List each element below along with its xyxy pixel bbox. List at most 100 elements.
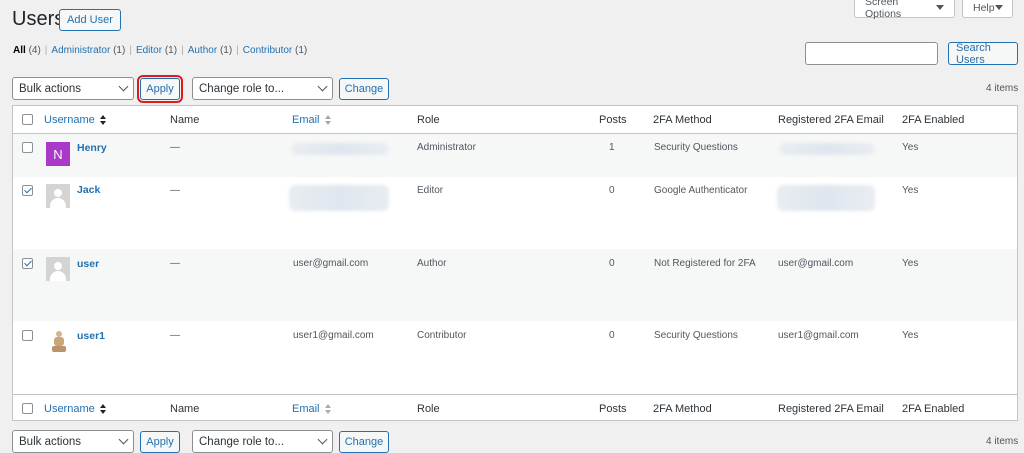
avatar: N	[46, 142, 70, 166]
change-role-select-bottom[interactable]: Change role to...	[192, 430, 333, 453]
filter-editor[interactable]: Editor (1)	[136, 45, 177, 56]
user-name: —	[170, 142, 180, 153]
row-checkbox[interactable]	[22, 185, 33, 196]
col-name: Name	[170, 114, 200, 126]
2fa-method: Google Authenticator	[654, 185, 748, 196]
chevron-down-icon	[118, 434, 129, 445]
filter-all[interactable]: All (4)	[13, 45, 41, 56]
table-row: Jack — Editor 0 Google Authenticator Yes	[13, 177, 1017, 249]
row-checkbox[interactable]	[22, 258, 33, 269]
col-2fa-method: 2FA Method	[653, 403, 712, 415]
col-posts: Posts	[599, 403, 627, 415]
help-label: Help	[973, 1, 995, 14]
redacted-email	[291, 143, 389, 155]
avatar	[46, 257, 70, 281]
table-footer: Username Name Email Role Posts 2FA Metho…	[13, 394, 1017, 422]
2fa-enabled: Yes	[902, 258, 919, 269]
col-registered-2fa-email: Registered 2FA Email	[778, 403, 884, 415]
redacted-reg-email	[777, 185, 875, 211]
apply-button-bottom[interactable]: Apply	[140, 430, 180, 453]
2fa-enabled: Yes	[902, 185, 919, 196]
change-button-bottom[interactable]: Change	[339, 430, 389, 453]
user-role: Contributor	[417, 330, 467, 341]
role-filter-links: All (4) | Administrator (1) | Editor (1)…	[13, 45, 308, 56]
col-username[interactable]: Username	[44, 403, 106, 415]
avatar	[46, 329, 70, 353]
user-name: —	[170, 258, 180, 269]
screen-options-label: Screen Options	[865, 0, 902, 20]
table-row: user1 — user1@gmail.com Contributor 0 Se…	[13, 321, 1017, 394]
col-role: Role	[417, 403, 440, 415]
posts-count: 0	[609, 330, 615, 341]
2fa-method: Security Questions	[654, 330, 738, 341]
caret-down-icon	[994, 5, 1003, 10]
search-input[interactable]	[805, 42, 938, 65]
caret-down-icon	[936, 5, 944, 10]
bulk-actions-select[interactable]: Bulk actions	[12, 77, 134, 100]
table-row: user — user@gmail.com Author 0 Not Regis…	[13, 249, 1017, 321]
col-2fa-method: 2FA Method	[653, 114, 712, 126]
redacted-reg-email	[779, 143, 875, 155]
registered-2fa-email: user@gmail.com	[778, 258, 854, 269]
apply-button[interactable]: Apply	[137, 74, 183, 103]
posts-count: 0	[609, 185, 615, 196]
username-link[interactable]: Jack	[77, 184, 100, 196]
2fa-method: Security Questions	[654, 142, 738, 153]
page-title: Users	[12, 8, 65, 30]
tablenav-bottom: Bulk actions Apply Change role to... Cha…	[12, 430, 389, 453]
2fa-enabled: Yes	[902, 330, 919, 341]
sort-icon	[99, 115, 106, 126]
table-row: N Henry — Administrator 1 Security Quest…	[13, 134, 1017, 177]
row-checkbox[interactable]	[22, 330, 33, 341]
col-2fa-enabled: 2FA Enabled	[902, 114, 965, 126]
col-posts: Posts	[599, 114, 627, 126]
help-button[interactable]: Help	[962, 0, 1013, 18]
add-user-button[interactable]: Add User	[59, 9, 121, 31]
screen-options-button[interactable]: Screen Options	[854, 0, 955, 20]
chevron-down-icon	[317, 81, 328, 92]
redacted-email	[289, 185, 389, 211]
change-button[interactable]: Change	[339, 77, 389, 100]
change-role-select[interactable]: Change role to...	[192, 77, 333, 100]
filter-author[interactable]: Author (1)	[188, 45, 232, 56]
select-all-checkbox-bottom[interactable]	[22, 403, 33, 414]
chevron-down-icon	[118, 81, 129, 92]
bulk-actions-select-bottom[interactable]: Bulk actions	[12, 430, 134, 453]
username-link[interactable]: Henry	[77, 142, 107, 154]
username-link[interactable]: user	[77, 258, 99, 270]
sort-icon	[324, 115, 331, 126]
filter-administrator[interactable]: Administrator (1)	[51, 45, 125, 56]
col-email[interactable]: Email	[292, 403, 331, 415]
sort-icon	[324, 404, 331, 415]
user-role: Author	[417, 258, 447, 269]
user-name: —	[170, 330, 180, 341]
email-link[interactable]: user1@gmail.com	[293, 330, 374, 341]
row-checkbox[interactable]	[22, 142, 33, 153]
items-count: 4 items	[986, 83, 1019, 94]
users-table: Username Name Email Role Posts 2FA Metho…	[12, 105, 1018, 421]
filter-contributor[interactable]: Contributor (1)	[243, 45, 307, 56]
col-name: Name	[170, 403, 200, 415]
registered-2fa-email: user1@gmail.com	[778, 330, 859, 341]
posts-count-link[interactable]: 1	[609, 142, 615, 153]
col-username[interactable]: Username	[44, 114, 106, 126]
items-count-bottom: 4 items	[986, 436, 1019, 447]
posts-count: 0	[609, 258, 615, 269]
search-users-button[interactable]: Search Users	[948, 42, 1018, 66]
col-role: Role	[417, 114, 440, 126]
col-2fa-enabled: 2FA Enabled	[902, 403, 965, 415]
chevron-down-icon	[317, 434, 328, 445]
username-link[interactable]: user1	[77, 330, 105, 342]
2fa-method: Not Registered for 2FA	[654, 258, 756, 269]
col-email[interactable]: Email	[292, 114, 331, 126]
email-link[interactable]: user@gmail.com	[293, 258, 368, 269]
select-all-checkbox[interactable]	[22, 114, 33, 125]
table-header: Username Name Email Role Posts 2FA Metho…	[13, 106, 1017, 134]
user-role: Administrator	[417, 142, 476, 153]
col-registered-2fa-email: Registered 2FA Email	[778, 114, 884, 126]
2fa-enabled: Yes	[902, 142, 919, 153]
user-name: —	[170, 185, 180, 196]
avatar	[46, 184, 70, 208]
tablenav-top: Bulk actions Apply Change role to... Cha…	[12, 74, 389, 103]
sort-icon	[99, 404, 106, 415]
